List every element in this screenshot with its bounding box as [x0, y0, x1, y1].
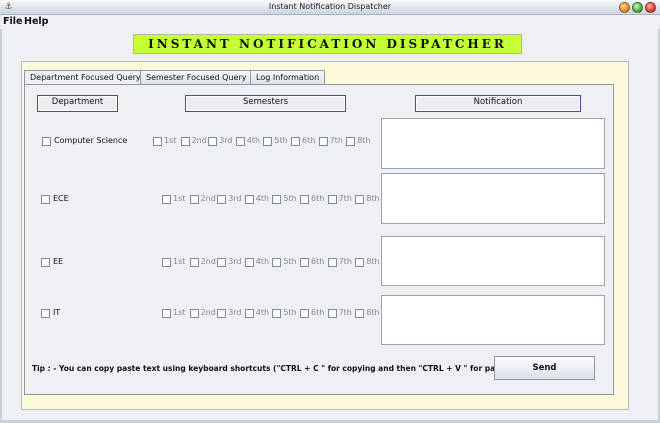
semester-label: 3rd: [228, 308, 242, 317]
semester-checkbox-ece-8th[interactable]: [355, 195, 365, 204]
semester-label: 1st: [173, 194, 186, 203]
checkbox-computer-science[interactable]: [42, 137, 51, 146]
semester-label: 4th: [246, 136, 261, 145]
semester-label: 5th: [283, 308, 297, 317]
menu-help[interactable]: Help: [24, 16, 48, 27]
semester-label: 5th: [283, 257, 297, 266]
semester-label: 6th: [311, 194, 325, 203]
tip-text: Tip : - You can copy paste text using ke…: [32, 364, 528, 373]
window-title: Instant Notification Dispatcher: [268, 2, 392, 11]
menu-file[interactable]: File: [3, 16, 22, 27]
semester-label: 4th: [255, 308, 270, 317]
semester-checkbox-ece-1st[interactable]: [162, 195, 171, 204]
notification-textarea-ece[interactable]: [381, 173, 605, 224]
tab-semester-focused-query[interactable]: Semester Focused Query: [140, 70, 253, 84]
semester-label: 7th: [338, 194, 352, 203]
semester-checkbox-it-6th[interactable]: [300, 309, 309, 318]
notification-textarea-it[interactable]: [381, 295, 605, 345]
checkbox-ee[interactable]: [41, 258, 50, 267]
semester-label: 8th: [357, 136, 371, 145]
notification-textarea-ee[interactable]: [381, 236, 605, 286]
semester-label: 7th: [338, 257, 352, 266]
semester-label: 3rd: [228, 257, 242, 266]
semester-label: 7th: [329, 136, 343, 145]
notification-header-button[interactable]: Notification: [415, 95, 581, 112]
checkbox-it[interactable]: [41, 309, 50, 318]
semester-checkbox-ee-1st[interactable]: [162, 258, 171, 267]
title-bar: ⚓ Instant Notification Dispatcher: [0, 0, 660, 15]
maximize-button[interactable]: [632, 2, 643, 13]
semester-checkbox-computer-science-4th[interactable]: [235, 137, 245, 146]
semester-checkbox-computer-science-7th[interactable]: [318, 137, 328, 146]
semester-checkbox-it-4th[interactable]: [244, 309, 254, 318]
tab-department-focused-query[interactable]: Department Focused Query: [24, 70, 147, 85]
semester-checkbox-ece-6th[interactable]: [300, 195, 309, 204]
semester-checkbox-ee-6th[interactable]: [300, 258, 309, 267]
semester-checkbox-it-1st[interactable]: [162, 309, 171, 318]
semester-checkbox-it-7th[interactable]: [327, 309, 337, 318]
semester-checkbox-it-5th[interactable]: [272, 309, 282, 318]
app-banner: INSTANT NOTIFICATION DISPATCHER: [133, 34, 522, 54]
semester-label: 3rd: [228, 194, 242, 203]
semester-label: 8th: [366, 194, 380, 203]
department-label-ece: ECE: [53, 194, 69, 203]
semester-checkbox-computer-science-5th[interactable]: [263, 137, 273, 146]
semester-label: 5th: [283, 194, 297, 203]
semester-checkbox-computer-science-1st[interactable]: [153, 137, 162, 146]
semester-label: 1st: [173, 308, 186, 317]
semester-label: 6th: [302, 136, 316, 145]
department-header-button[interactable]: Department: [37, 95, 118, 112]
semester-label: 6th: [311, 308, 325, 317]
semester-checkbox-ece-5th[interactable]: [272, 195, 282, 204]
semester-checkbox-ee-7th[interactable]: [327, 258, 337, 267]
semester-checkbox-ee-5th[interactable]: [272, 258, 282, 267]
semester-checkbox-computer-science-6th[interactable]: [291, 137, 300, 146]
semester-label: 8th: [366, 257, 380, 266]
close-button[interactable]: [645, 2, 656, 13]
minimize-button[interactable]: [619, 2, 630, 13]
semester-label: 4th: [255, 194, 270, 203]
semester-label: 1st: [164, 136, 177, 145]
semester-checkbox-it-8th[interactable]: [355, 309, 365, 318]
department-label-computer-science: Computer Science: [54, 136, 128, 145]
semester-checkbox-ee-2nd[interactable]: [189, 258, 199, 267]
semester-label: 6th: [311, 257, 325, 266]
semester-checkbox-it-2nd[interactable]: [189, 309, 199, 318]
semester-checkbox-it-3rd[interactable]: [217, 309, 227, 318]
semester-checkbox-ee-3rd[interactable]: [217, 258, 227, 267]
semester-label: 1st: [173, 257, 186, 266]
semester-label: 7th: [338, 308, 352, 317]
menu-bar: File Help: [0, 15, 660, 29]
semester-checkbox-ece-2nd[interactable]: [189, 195, 199, 204]
send-button[interactable]: Send: [494, 356, 595, 380]
semester-label: 2nd: [191, 136, 207, 145]
semester-label: 3rd: [219, 136, 233, 145]
semester-checkbox-computer-science-8th[interactable]: [346, 137, 356, 146]
semester-checkbox-ee-8th[interactable]: [355, 258, 365, 267]
semester-label: 8th: [366, 308, 380, 317]
tab-log-information[interactable]: Log Information: [250, 70, 326, 84]
semester-checkbox-ee-4th[interactable]: [244, 258, 254, 267]
notification-textarea-computer-science[interactable]: [381, 118, 605, 169]
department-label-it: IT: [53, 308, 61, 317]
semester-label: 5th: [274, 136, 288, 145]
semester-checkbox-ece-3rd[interactable]: [217, 195, 227, 204]
semester-checkbox-ece-7th[interactable]: [327, 195, 337, 204]
semester-checkbox-computer-science-3rd[interactable]: [208, 137, 218, 146]
department-label-ee: EE: [53, 257, 64, 266]
checkbox-ece[interactable]: [41, 195, 50, 204]
semester-label: 2nd: [200, 257, 216, 266]
semester-label: 2nd: [200, 308, 216, 317]
semesters-header-button[interactable]: Semesters: [185, 95, 346, 112]
semester-checkbox-computer-science-2nd[interactable]: [180, 137, 190, 146]
semester-label: 4th: [255, 257, 270, 266]
semester-label: 2nd: [200, 194, 216, 203]
semester-checkbox-ece-4th[interactable]: [244, 195, 254, 204]
